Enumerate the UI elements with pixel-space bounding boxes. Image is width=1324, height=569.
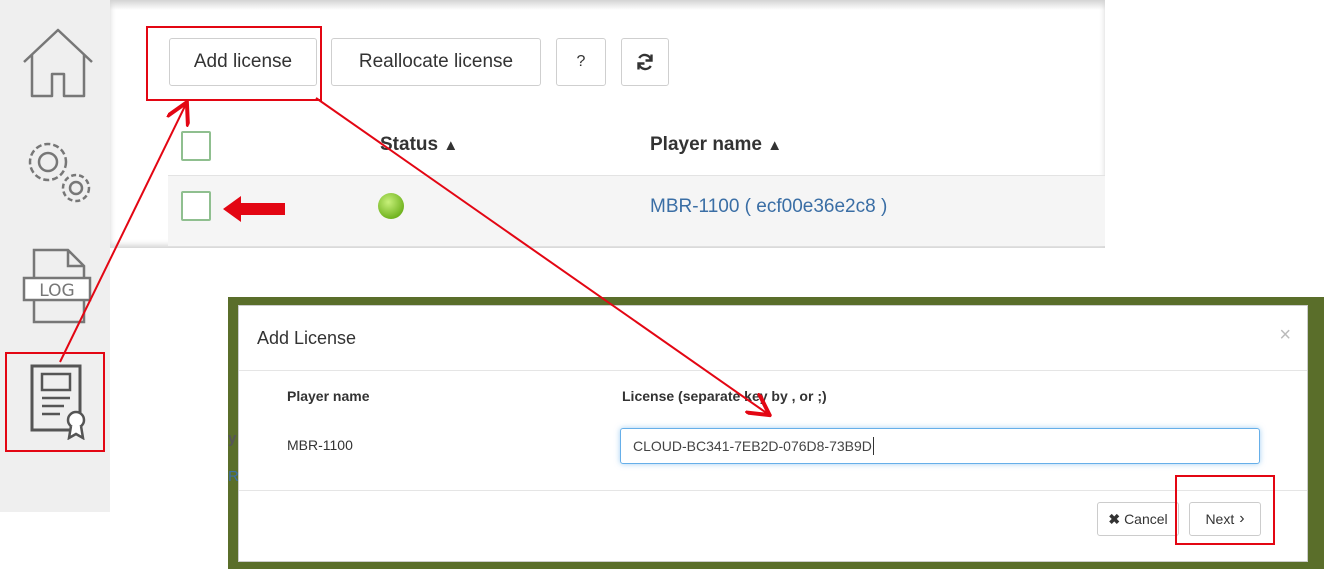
modal-header: Add License ×: [239, 306, 1307, 371]
add-license-modal: Add License × Player name License (separ…: [238, 305, 1308, 562]
row-checkbox[interactable]: [181, 191, 211, 221]
background-text-fragment: y: [228, 430, 237, 447]
home-icon[interactable]: [18, 22, 98, 102]
svg-text:LOG: LOG: [39, 281, 74, 301]
close-icon: ✖: [1108, 510, 1121, 527]
sort-icon: ▲︎: [443, 137, 459, 154]
sort-icon: ▲︎: [767, 137, 783, 154]
close-icon[interactable]: ×: [1279, 324, 1291, 347]
cancel-label: Cancel: [1124, 511, 1168, 527]
player-name-header-label: Player name: [650, 134, 762, 155]
refresh-icon: [637, 53, 653, 71]
table-row: [168, 175, 1105, 246]
log-file-icon[interactable]: LOG: [18, 246, 98, 326]
settings-gears-icon[interactable]: [18, 132, 98, 212]
highlight-box-license-icon: [5, 352, 105, 452]
refresh-button[interactable]: [621, 38, 669, 86]
modal-footer-divider: [239, 490, 1307, 491]
highlight-box-add-license: [146, 26, 322, 101]
arrow-left-icon: [223, 196, 285, 222]
modal-title: Add License: [257, 328, 357, 348]
status-online-icon: [378, 193, 404, 219]
player-name-value: MBR-1100: [287, 437, 353, 453]
cancel-button[interactable]: ✖ Cancel: [1097, 502, 1179, 536]
license-label: License (separate key by , or ;): [622, 388, 827, 404]
player-name-link[interactable]: MBR-1100 ( ecf00e36e2c8 ): [650, 196, 887, 218]
license-key-input-value: CLOUD-BC341-7EB2D-076D8-73B9D: [633, 438, 872, 454]
player-name-label: Player name: [287, 388, 370, 404]
status-header-label: Status: [380, 134, 439, 155]
player-name-column-header[interactable]: Player name ▲︎: [650, 134, 782, 156]
license-key-input[interactable]: CLOUD-BC341-7EB2D-076D8-73B9D: [620, 428, 1260, 464]
highlight-box-next: [1175, 475, 1275, 545]
reallocate-license-button[interactable]: Reallocate license: [331, 38, 541, 86]
select-all-checkbox[interactable]: [181, 131, 211, 161]
panel-shadow: [110, 0, 1105, 10]
help-button[interactable]: ?: [556, 38, 606, 86]
status-column-header[interactable]: Status ▲︎: [380, 134, 458, 156]
